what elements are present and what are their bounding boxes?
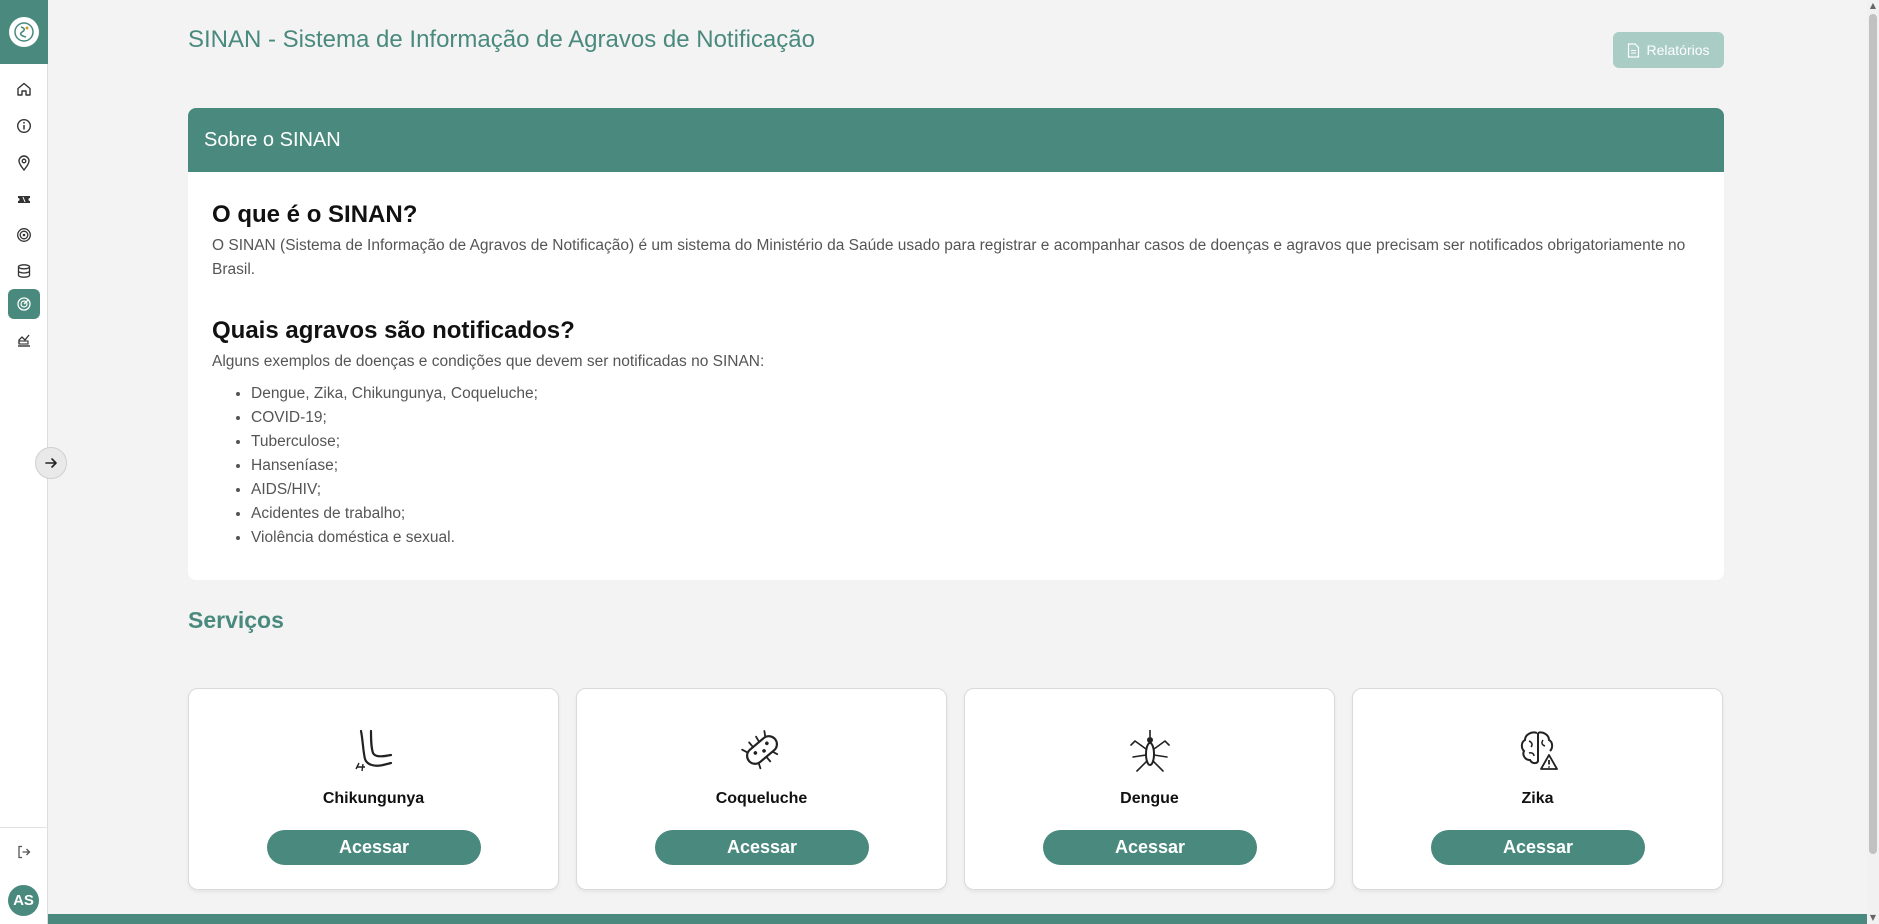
mosquito-icon — [1129, 730, 1170, 772]
logout-icon — [18, 845, 31, 859]
service-card-coqueluche: Coqueluche Acessar — [576, 688, 947, 890]
sidebar-item-home[interactable] — [8, 74, 40, 104]
service-card-dengue: Dengue Acessar — [964, 688, 1335, 890]
service-name: Coqueluche — [715, 790, 808, 807]
scroll-down-arrow[interactable]: ▼ — [1867, 912, 1879, 924]
sidebar-divider — [0, 827, 48, 828]
access-button-zika[interactable]: Acessar — [1431, 830, 1645, 865]
map-pin-icon — [18, 155, 30, 171]
notifiable-list: Dengue, Zika, Chikungunya, Coqueluche; C… — [212, 382, 1700, 550]
list-item: AIDS/HIV; — [251, 478, 1700, 502]
access-button-coqueluche[interactable]: Acessar — [655, 830, 869, 865]
about-paragraph-2: Alguns exemplos de doenças e condições q… — [212, 353, 765, 370]
arrow-right-icon — [45, 458, 57, 468]
database-icon — [17, 264, 31, 278]
ticket-icon — [18, 196, 30, 203]
about-paragraph-1: O SINAN (Sistema de Informação de Agravo… — [212, 237, 1686, 278]
access-button-chikungunya[interactable]: Acessar — [267, 830, 481, 865]
about-question-2: Quais agravos são notificados? — [212, 317, 575, 344]
sidebar-item-info[interactable] — [8, 111, 40, 141]
about-card-header: Sobre o SINAN — [188, 108, 1724, 172]
brain-warning-icon — [1520, 731, 1558, 770]
page-title: SINAN - Sistema de Informação de Agravos… — [188, 26, 815, 53]
sidebar-expand-button[interactable] — [35, 447, 67, 479]
avatar[interactable]: AS — [8, 885, 39, 916]
app-logo[interactable] — [0, 0, 48, 64]
footer-bar — [48, 914, 1867, 924]
bacteria-icon — [740, 730, 778, 770]
sidebar-item-map[interactable] — [8, 148, 40, 178]
logo-icon — [9, 17, 39, 47]
list-item: Dengue, Zika, Chikungunya, Coqueluche; — [251, 382, 1700, 406]
target-icon — [17, 228, 31, 242]
service-card-chikungunya: Chikungunya Acessar — [188, 688, 559, 890]
radar-icon — [17, 297, 31, 311]
scroll-up-arrow[interactable]: ▲ — [1867, 0, 1879, 12]
page-scrollbar[interactable]: ▲ ▼ — [1867, 0, 1879, 924]
sidebar-item-database[interactable] — [8, 256, 40, 286]
list-item: Violência doméstica e sexual. — [251, 526, 1700, 550]
scroll-thumb[interactable] — [1869, 14, 1877, 854]
about-card: Sobre o SINAN O que é o SINAN? O SINAN (… — [188, 108, 1724, 580]
service-name: Zika — [1521, 790, 1554, 807]
sidebar-item-ticket[interactable] — [8, 184, 40, 214]
service-card-zika: Zika Acessar — [1352, 688, 1723, 890]
logout-button[interactable] — [8, 837, 40, 867]
service-name: Chikungunya — [322, 790, 425, 807]
list-item: COVID-19; — [251, 406, 1700, 430]
services-title: Serviços — [188, 607, 284, 633]
reports-icon — [18, 334, 30, 347]
sidebar-item-target[interactable] — [8, 220, 40, 250]
sidebar-item-reports[interactable] — [8, 325, 40, 355]
info-icon — [16, 118, 32, 134]
access-button-dengue[interactable]: Acessar — [1043, 830, 1257, 865]
joint-pain-icon — [354, 729, 392, 772]
reports-button[interactable]: Relatórios — [1613, 32, 1724, 68]
sidebar-item-sinan[interactable] — [8, 289, 40, 319]
service-name: Dengue — [1120, 790, 1179, 807]
home-icon — [17, 82, 31, 96]
list-item: Tuberculose; — [251, 430, 1700, 454]
reports-button-label: Relatórios — [1646, 42, 1710, 58]
document-icon — [1628, 42, 1640, 58]
list-item: Acidentes de trabalho; — [251, 502, 1700, 526]
list-item: Hanseníase; — [251, 454, 1700, 478]
about-question-1: O que é o SINAN? — [212, 201, 418, 228]
